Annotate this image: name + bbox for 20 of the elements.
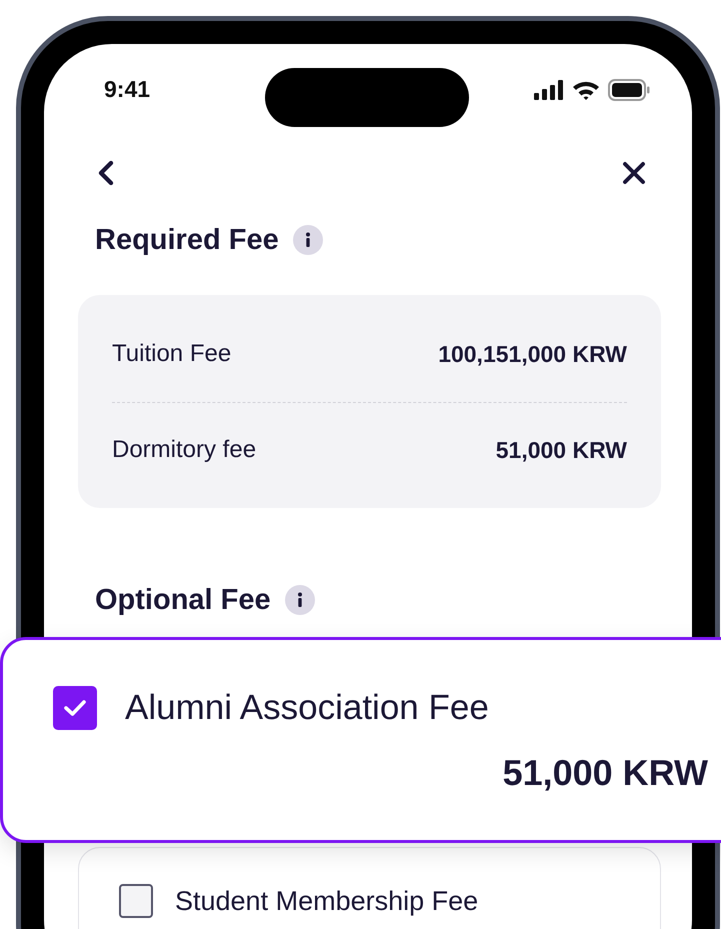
- fee-label: Alumni Association Fee: [125, 688, 489, 728]
- fee-label: Tuition Fee: [112, 340, 232, 368]
- section-title: Optional Fee: [95, 583, 271, 618]
- optional-fee-card[interactable]: Alumni Association Fee 51,000 KRW: [0, 637, 721, 843]
- checkbox[interactable]: [53, 686, 97, 730]
- fee-amount: 51,000 KRW: [496, 436, 627, 464]
- battery-icon: [608, 79, 650, 101]
- info-icon[interactable]: [292, 225, 323, 255]
- fee-amount: 51,000 KRW: [502, 752, 708, 794]
- checkbox[interactable]: [119, 884, 153, 918]
- fee-label: Student Membership Fee: [175, 886, 478, 916]
- signal-icon: [534, 80, 564, 100]
- section-title: Required Fee: [95, 223, 279, 258]
- fee-amount: 100,151,000 KRW: [438, 340, 627, 368]
- wifi-icon: [572, 80, 600, 100]
- info-icon[interactable]: [284, 585, 315, 615]
- fee-label: Dormitory fee: [112, 436, 256, 464]
- status-time: 9:41: [104, 76, 150, 103]
- check-icon: [63, 699, 87, 717]
- optional-fee-card[interactable]: Student Membership Fee: [78, 847, 661, 929]
